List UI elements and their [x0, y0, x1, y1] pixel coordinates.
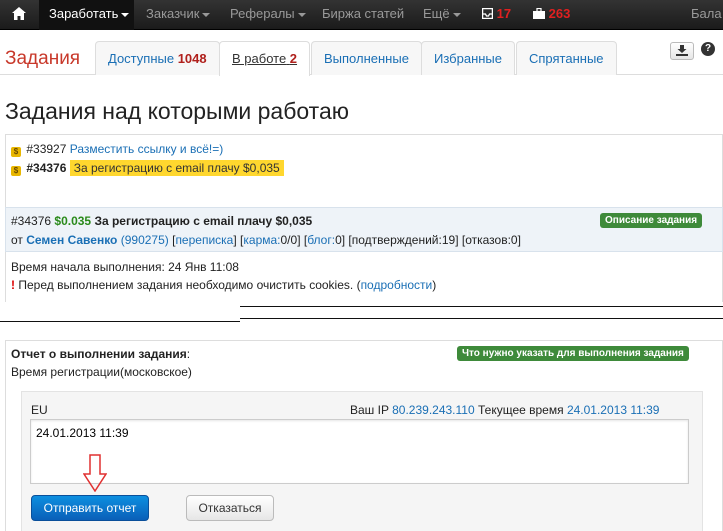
requirement-label: Что нужно указать для выполнения задания [457, 346, 689, 361]
download-icon [676, 45, 688, 56]
report-title-suffix: : [186, 347, 191, 361]
tab-favorites[interactable]: Избранные [421, 41, 515, 75]
mail-icon [481, 7, 494, 20]
submit-report-button[interactable]: Отправить отчет [31, 495, 149, 521]
notice-text: Перед выполнением задания необходимо очи… [18, 278, 361, 292]
blog-link[interactable]: блог: [307, 233, 335, 247]
mail-count: 17 [496, 6, 512, 21]
tab-available[interactable]: Доступные 1048 [95, 41, 220, 75]
task-id: #33927 [26, 142, 67, 156]
task-link[interactable]: Разместить ссылку и всё!=) [70, 142, 224, 156]
region-label: EU [31, 403, 48, 417]
chevron-down-icon [121, 12, 130, 17]
start-time-label: Время начала выполнения: [11, 260, 165, 274]
tab-available-count: 1048 [177, 51, 207, 66]
chevron-down-icon [297, 12, 306, 17]
task-detail-title: За регистрацию с email плачу $0,035 [94, 214, 313, 228]
nav-article-exchange-label: Биржа статей [322, 6, 405, 21]
tab-favorites-label: Избранные [434, 51, 502, 66]
requirement-text: Время регистрации(московское) [11, 365, 192, 379]
task-link-active[interactable]: За регистрацию с email плачу $0,035 [69, 160, 284, 176]
blog-value: 0 [335, 233, 342, 247]
tab-hidden-label: Спрятанные [529, 51, 604, 66]
report-title-line: Отчет о выполнении задания: [11, 347, 190, 361]
task-tabs: Доступные 1048 В работе 2 Выполненные Из… [0, 41, 723, 76]
karma-link[interactable]: карма: [243, 233, 280, 247]
nav-more[interactable]: Ещё [423, 0, 461, 30]
nav-balance[interactable]: Бала [691, 0, 722, 30]
download-button[interactable] [670, 42, 694, 60]
task-detail-id: #34376 [11, 214, 52, 228]
author-link[interactable]: Семен Савенко [26, 233, 117, 247]
divider [0, 321, 240, 322]
start-time-line: Время начала выполнения: 24 Янв 11:08 [11, 260, 239, 274]
time-label: Текущее время [477, 403, 564, 417]
nav-customer[interactable]: Заказчик [146, 0, 211, 30]
ip-label: Ваш IP [350, 403, 389, 417]
details-link[interactable]: подробности [361, 278, 433, 292]
tab-in-progress-count: 2 [289, 51, 298, 66]
tab-completed-label: Выполненные [324, 51, 409, 66]
jobs-count: 263 [548, 6, 571, 21]
time-value[interactable]: 24.01.2013 11:39 [567, 403, 660, 417]
task-detail-title-line: #34376 $0.035 За регистрацию с email пла… [11, 214, 312, 228]
task-detail-header: #34376 $0.035 За регистрацию с email пла… [5, 207, 723, 252]
refusals: отказов:0 [465, 233, 518, 247]
chevron-down-icon [452, 12, 461, 17]
refuse-button[interactable]: Отказаться [186, 495, 274, 521]
nav-more-label: Ещё [423, 6, 450, 21]
list-item: $ #34376 За регистрацию с email плачу $0… [11, 160, 284, 176]
task-detail-body: Время начала выполнения: 24 Янв 11:08 ! … [5, 252, 723, 302]
task-detail-price: $0.035 [54, 214, 92, 228]
home-icon[interactable] [0, 0, 38, 30]
chevron-down-icon [202, 12, 211, 17]
nav-mail[interactable]: 17 [481, 0, 512, 30]
correspondence-link[interactable]: переписка [175, 233, 233, 247]
nav-referrals-label: Рефералы [230, 6, 295, 21]
task-author-line: от Семен Савенко (990275) [переписка] [к… [11, 233, 521, 247]
balance-label: Бала [691, 6, 722, 21]
notice-end: ) [432, 278, 437, 292]
start-time-value: 24 Янв 11:08 [168, 260, 239, 274]
ip-value[interactable]: 80.239.243.110 [392, 403, 475, 417]
nav-earn-label: Заработать [49, 6, 119, 21]
author-id-link[interactable]: (990275) [121, 233, 169, 247]
divider [240, 306, 723, 307]
help-icon[interactable]: ? [701, 42, 715, 56]
author-prefix: от [11, 233, 23, 247]
report-title: Отчет о выполнении задания [11, 347, 187, 361]
coin-icon: $ [11, 166, 21, 176]
page-title: Задания над которыми работаю [5, 98, 350, 124]
briefcase-icon [533, 7, 545, 19]
nav-customer-label: Заказчик [146, 6, 200, 21]
tab-hidden[interactable]: Спрятанные [516, 41, 617, 75]
tab-available-label: Доступные [108, 51, 175, 66]
warning-icon: ! [11, 278, 15, 292]
tab-in-progress[interactable]: В работе 2 [219, 41, 311, 76]
ip-time-line: Ваш IP 80.239.243.110 Текущее время 24.0… [350, 403, 659, 417]
nav-referrals[interactable]: Рефералы [230, 0, 306, 30]
arrow-down-icon [83, 454, 107, 492]
report-input[interactable] [30, 419, 689, 484]
list-item: $ #33927 Разместить ссылку и всё!=) [11, 141, 223, 157]
tab-in-progress-label: В работе [232, 51, 287, 66]
karma-value: 0/0 [280, 233, 298, 247]
top-navbar: Заработать Заказчик Рефералы Биржа стате… [0, 0, 723, 30]
task-description-label[interactable]: Описание задания [600, 213, 703, 228]
nav-jobs[interactable]: 263 [533, 0, 570, 30]
divider [240, 318, 723, 319]
nav-earn[interactable]: Заработать [39, 0, 134, 30]
cookie-notice: ! Перед выполнением задания необходимо о… [11, 278, 436, 292]
confirmations: подтверждений:19 [351, 233, 456, 247]
task-id: #34376 [26, 161, 67, 175]
tab-completed[interactable]: Выполненные [311, 41, 422, 75]
task-list: $ #33927 Разместить ссылку и всё!=) $ #3… [5, 134, 723, 207]
coin-icon: $ [11, 147, 21, 157]
nav-article-exchange[interactable]: Биржа статей [322, 0, 404, 30]
